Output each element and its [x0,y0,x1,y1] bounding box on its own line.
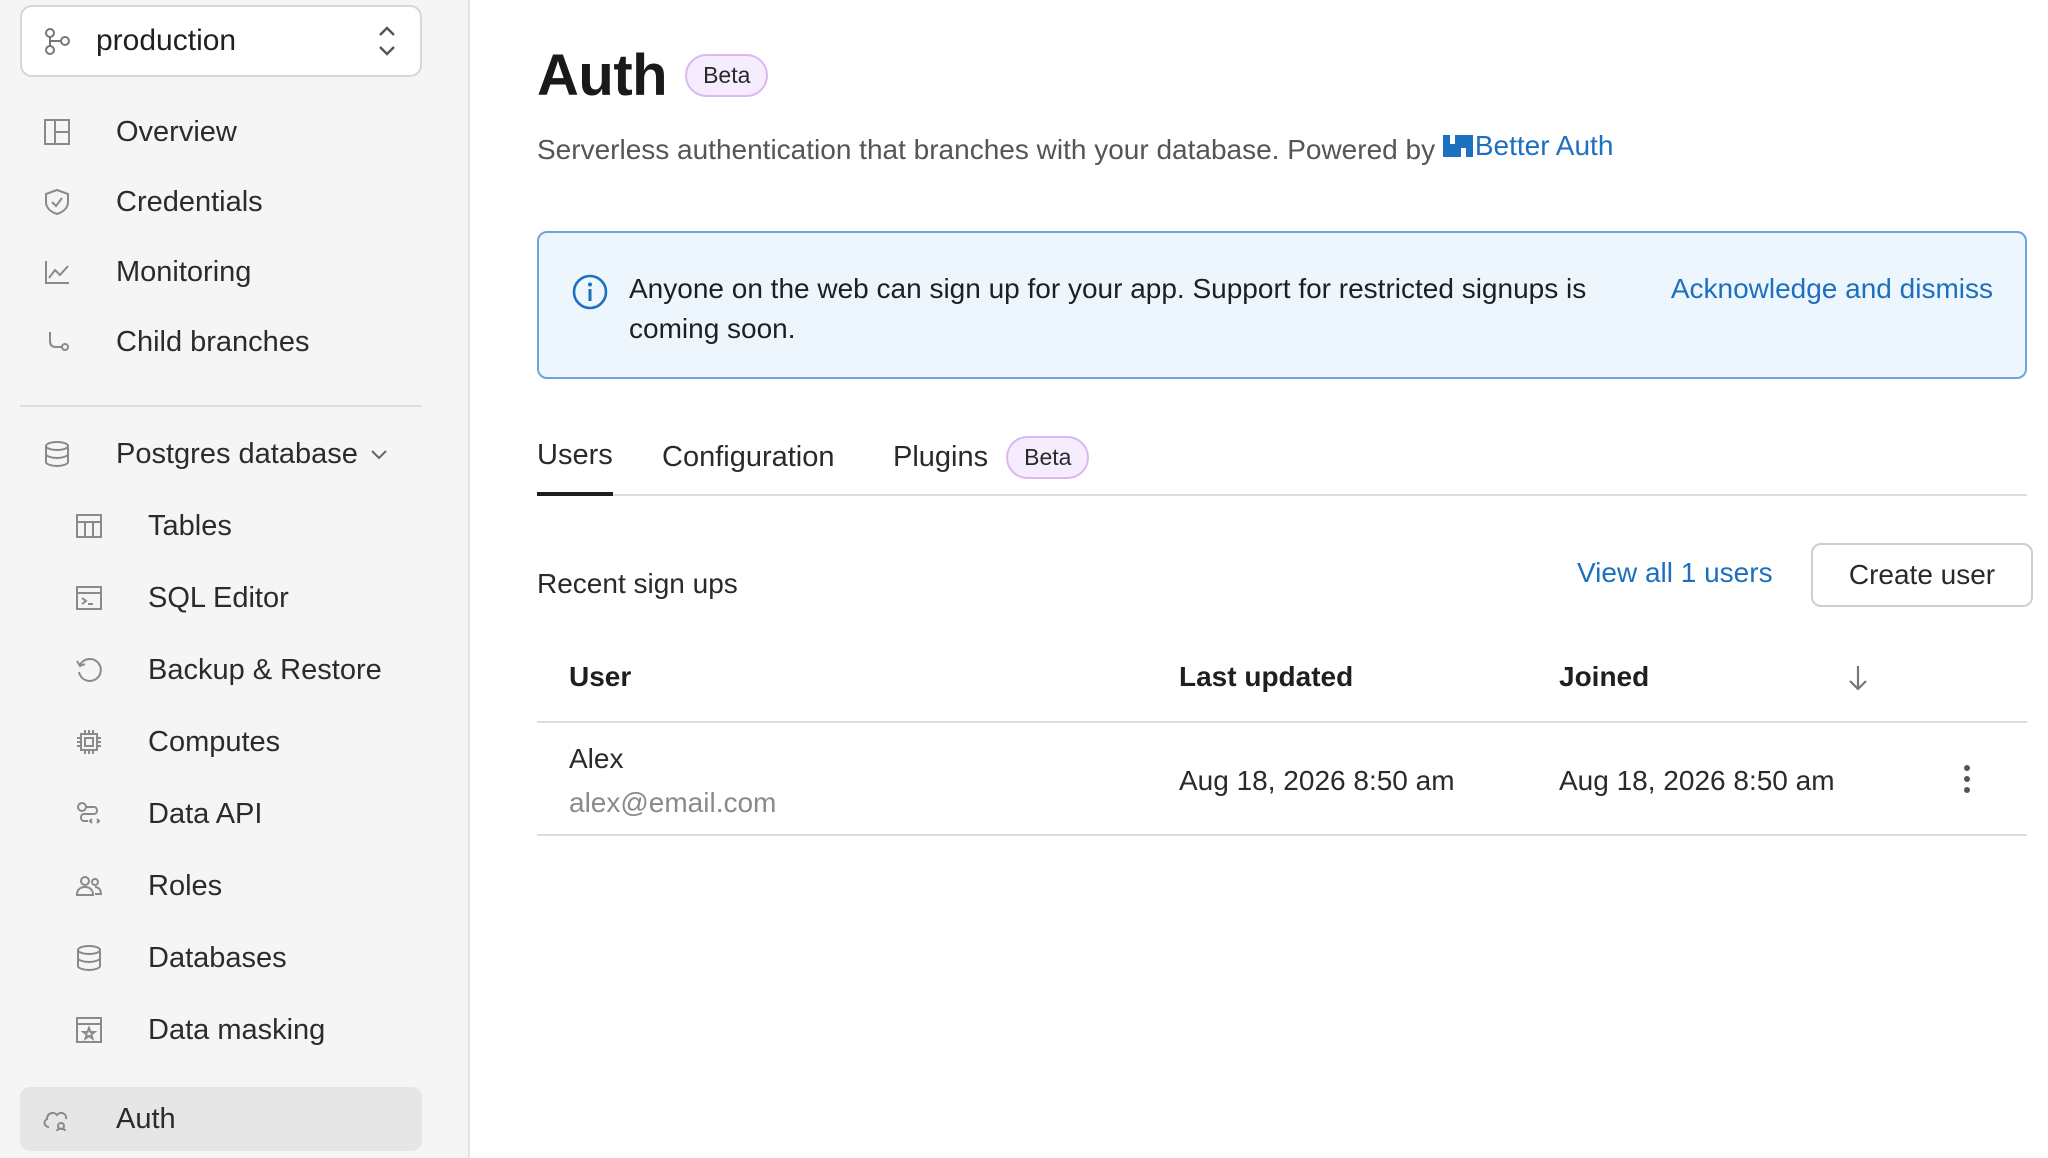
better-auth-link-text: Better Auth [1474,130,1614,161]
page-subtitle: Serverless authentication that branches … [537,130,1613,166]
section-title: Recent sign ups [537,568,738,599]
sidebar-item-databases[interactable]: Databases [20,926,422,990]
joined-cell: Aug 18, 2026 8:50 am [1559,765,1835,796]
tab-configuration[interactable]: Configuration [662,418,835,496]
layout-grid-icon [40,115,74,149]
sidebar-item-tables[interactable]: Tables [20,494,422,558]
chevron-down-icon [371,450,387,460]
database-icon [40,437,74,471]
tab-label: Plugins [893,440,989,473]
column-header-user: User [569,661,632,692]
sidebar-item-backup-restore[interactable]: Backup & Restore [20,638,422,702]
sidebar-item-child-branches[interactable]: Child branches [20,310,422,374]
terminal-icon [72,581,106,615]
tab-plugins[interactable]: Plugins Beta [893,418,1090,496]
column-header-last-updated: Last updated [1179,661,1354,692]
sidebar-divider [20,405,422,407]
sidebar-group-postgres[interactable]: Postgres database [20,422,422,486]
view-all-users-link[interactable]: View all 1 users [1577,557,1773,589]
sidebar-item-label: Monitoring [116,255,252,288]
alert-message: Anyone on the web can sign up for your a… [629,273,1587,344]
table-row[interactable]: Alex alex@email.com Aug 18, 2026 8:50 am… [537,723,2027,836]
beta-badge: Beta [685,54,769,97]
sidebar: production Overview Credentials Monitori… [0,0,470,1158]
sidebar-item-overview[interactable]: Overview [20,100,422,164]
table-header: User Last updated Joined [537,633,2027,723]
chevron-up-down-icon [379,26,395,56]
restore-icon [72,653,106,687]
app-root: production Overview Credentials Monitori… [0,0,2048,1158]
beta-badge: Beta [1006,435,1090,479]
sidebar-item-credentials[interactable]: Credentials [20,170,422,234]
tab-label: Users [537,438,613,471]
table-icon [72,509,106,543]
last-updated-cell: Aug 18, 2026 8:50 am [1179,765,1455,796]
users-icon [72,869,106,903]
more-vertical-icon[interactable] [1957,761,1977,797]
page-title: Auth [537,43,668,108]
sidebar-item-label: Databases [148,941,287,974]
info-icon [572,274,608,310]
sidebar-item-label: Computes [148,725,281,758]
sidebar-item-roles[interactable]: Roles [20,854,422,918]
branch-icon [40,325,74,359]
sidebar-item-label: Backup & Restore [148,653,382,686]
git-branch-icon [45,28,70,55]
branch-name: production [96,24,237,57]
sidebar-item-label: Roles [148,869,223,902]
user-name: Alex [569,743,624,774]
column-header-joined[interactable]: Joined [1559,661,1649,693]
line-chart-icon [40,255,74,289]
better-auth-logo-icon [1442,135,1473,157]
create-user-button[interactable]: Create user [1811,543,2033,607]
api-icon [72,797,106,831]
sidebar-item-label: Child branches [116,325,310,358]
sidebar-item-monitoring[interactable]: Monitoring [20,240,422,304]
sidebar-item-label: Tables [148,509,232,542]
sidebar-item-label: Auth [116,1102,176,1135]
signup-alert: Anyone on the web can sign up for your a… [537,231,2027,379]
sidebar-item-label: Overview [116,115,237,148]
database-icon [72,941,106,975]
sidebar-item-label: SQL Editor [148,581,289,614]
sidebar-group-label: Postgres database [116,437,358,470]
sort-descending-icon[interactable] [1846,663,1870,693]
tab-users[interactable]: Users [537,418,613,496]
sidebar-item-auth[interactable]: Auth [20,1087,422,1151]
branch-selector[interactable]: production [20,5,422,77]
sidebar-item-data-masking[interactable]: Data masking [20,998,422,1062]
auth-cloud-icon [40,1102,74,1136]
sidebar-item-sql-editor[interactable]: SQL Editor [20,566,422,630]
shield-check-icon [40,185,74,219]
tab-bar: Users Configuration Plugins Beta [537,418,2027,496]
users-table: User Last updated Joined Alex alex@email… [537,633,2027,836]
cpu-icon [72,725,106,759]
sidebar-item-label: Data API [148,797,263,830]
title-row: Auth Beta [537,42,769,109]
sidebar-item-label: Credentials [116,185,263,218]
masking-icon [72,1013,106,1047]
subtitle-text: Serverless authentication that branches … [537,134,1436,165]
better-auth-link[interactable]: Better Auth [1442,130,1614,162]
user-email: alex@email.com [569,787,777,818]
sidebar-item-label: Data masking [148,1013,326,1046]
tab-label: Configuration [662,440,835,473]
acknowledge-dismiss-link[interactable]: Acknowledge and dismiss [1671,269,1993,309]
sidebar-item-data-api[interactable]: Data API [20,782,422,846]
sidebar-item-computes[interactable]: Computes [20,710,422,774]
